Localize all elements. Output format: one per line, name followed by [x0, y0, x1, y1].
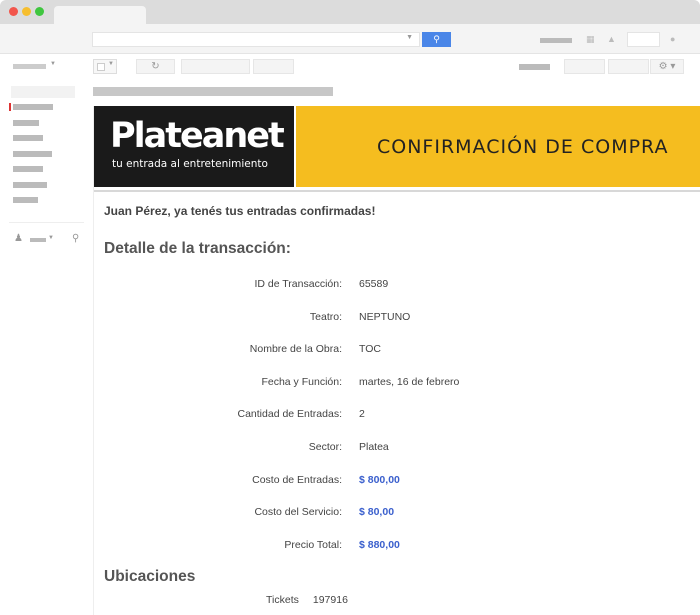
tickets-label: Tickets — [266, 594, 299, 606]
brand-logo: Plateanet tu entrada al entretenimiento — [94, 106, 294, 187]
labels-button[interactable] — [253, 59, 294, 74]
detail-value: Platea — [359, 441, 389, 453]
app-header: ▼ ⚲ ▦ ▲ ● — [0, 24, 700, 54]
checkbox[interactable] — [97, 63, 105, 71]
detail-row-transaction-id: ID de Transacción: 65589 — [94, 278, 700, 294]
prev-page-button[interactable] — [564, 59, 605, 74]
settings-button[interactable]: ⚙ ▾ — [650, 59, 684, 74]
apps-grid-icon[interactable]: ▦ — [586, 34, 595, 45]
detail-value: 2 — [359, 408, 365, 420]
message-toolbar: ▼ ↻ ⚙ ▾ — [0, 54, 700, 80]
gear-icon: ⚙ ▾ — [658, 61, 676, 72]
refresh-button[interactable]: ↻ — [136, 59, 175, 74]
detail-label: Cantidad de Entradas: — [237, 408, 343, 420]
detail-label: ID de Transacción: — [254, 278, 342, 290]
detail-row-sector: Sector: Platea — [94, 441, 700, 457]
contacts-label-bar — [30, 238, 46, 242]
detail-row-theater: Teatro: NEPTUNO — [94, 311, 700, 327]
detail-row-ticket-cost: Costo de Entradas: $ 800,00 — [94, 474, 700, 490]
detail-label: Costo de Entradas: — [252, 474, 342, 486]
next-page-button[interactable] — [608, 59, 649, 74]
pagination-text-bar — [519, 64, 550, 70]
search-icon[interactable]: ⚲ — [72, 233, 79, 244]
sidebar-item-4[interactable] — [13, 151, 52, 157]
banner-title: CONFIRMACIÓN DE COMPRA — [377, 136, 669, 158]
sidebar-item-6[interactable] — [13, 182, 47, 188]
detail-value: $ 800,00 — [359, 474, 400, 486]
chevron-down-icon[interactable]: ▼ — [406, 34, 413, 41]
detail-label: Teatro: — [309, 311, 342, 323]
chevron-down-icon[interactable]: ▼ — [48, 235, 54, 241]
sidebar: ▼ ♟ ▼ ⚲ — [0, 54, 90, 615]
close-window-button[interactable] — [9, 7, 18, 16]
sidebar-divider — [9, 222, 84, 223]
bell-icon[interactable]: ▲ — [607, 34, 616, 44]
email-subject-bar — [93, 87, 333, 96]
active-item-marker — [9, 103, 11, 111]
detail-row-total: Precio Total: $ 880,00 — [94, 539, 700, 555]
detail-label: Precio Total: — [284, 539, 342, 551]
banner-divider — [94, 190, 700, 192]
logo-tagline: tu entrada al entretenimiento — [112, 158, 268, 170]
detail-row-show-name: Nombre de la Obra: TOC — [94, 343, 700, 359]
sidebar-item-7[interactable] — [13, 197, 38, 203]
tickets-row: Tickets 197916 — [266, 594, 348, 606]
chevron-down-icon[interactable]: ▼ — [108, 61, 114, 67]
detail-label: Nombre de la Obra: — [249, 343, 342, 355]
sidebar-item-5[interactable] — [13, 166, 43, 172]
greeting-text: Juan Pérez, ya tenés tus entradas confir… — [104, 204, 376, 218]
account-name-bar — [540, 38, 572, 43]
detail-value: $ 80,00 — [359, 506, 395, 518]
detail-value: martes, 16 de febrero — [359, 376, 460, 388]
banner-title-panel: CONFIRMACIÓN DE COMPRA — [296, 106, 700, 187]
more-button[interactable] — [181, 59, 250, 74]
refresh-icon: ↻ — [151, 61, 160, 72]
maximize-window-button[interactable] — [35, 7, 44, 16]
email-body: Plateanet tu entrada al entretenimiento … — [93, 106, 700, 615]
sidebar-item-inbox[interactable] — [13, 104, 53, 110]
detail-row-ticket-count: Cantidad de Entradas: 2 — [94, 408, 700, 424]
sidebar-item-3[interactable] — [13, 135, 43, 141]
detail-label: Sector: — [308, 441, 342, 453]
detail-value: TOC — [359, 343, 381, 355]
detail-title: Detalle de la transacción: — [104, 240, 291, 257]
detail-value: NEPTUNO — [359, 311, 411, 323]
detail-value: 65589 — [359, 278, 389, 290]
detail-row-date: Fecha y Función: martes, 16 de febrero — [94, 376, 700, 392]
detail-label: Costo del Servicio: — [254, 506, 342, 518]
sidebar-item-2[interactable] — [13, 120, 39, 126]
minimize-window-button[interactable] — [22, 7, 31, 16]
avatar[interactable]: ● — [670, 34, 675, 44]
search-icon: ⚲ — [433, 34, 440, 44]
browser-titlebar — [0, 0, 700, 24]
search-button[interactable]: ⚲ — [422, 32, 451, 47]
email-banner: Plateanet tu entrada al entretenimiento … — [94, 106, 700, 187]
account-button[interactable] — [627, 32, 660, 47]
locations-title: Ubicaciones — [104, 568, 196, 585]
person-icon[interactable]: ♟ — [14, 233, 23, 244]
detail-value: $ 880,00 — [359, 539, 400, 551]
search-input[interactable]: ▼ — [92, 32, 420, 47]
compose-button[interactable] — [11, 86, 75, 98]
detail-label: Fecha y Función: — [261, 376, 342, 388]
tickets-value: 197916 — [312, 594, 348, 606]
select-checkbox[interactable]: ▼ — [93, 59, 117, 74]
logo-wordmark: Plateanet — [110, 116, 285, 156]
detail-row-service-cost: Costo del Servicio: $ 80,00 — [94, 506, 700, 522]
browser-tab[interactable] — [54, 6, 146, 24]
